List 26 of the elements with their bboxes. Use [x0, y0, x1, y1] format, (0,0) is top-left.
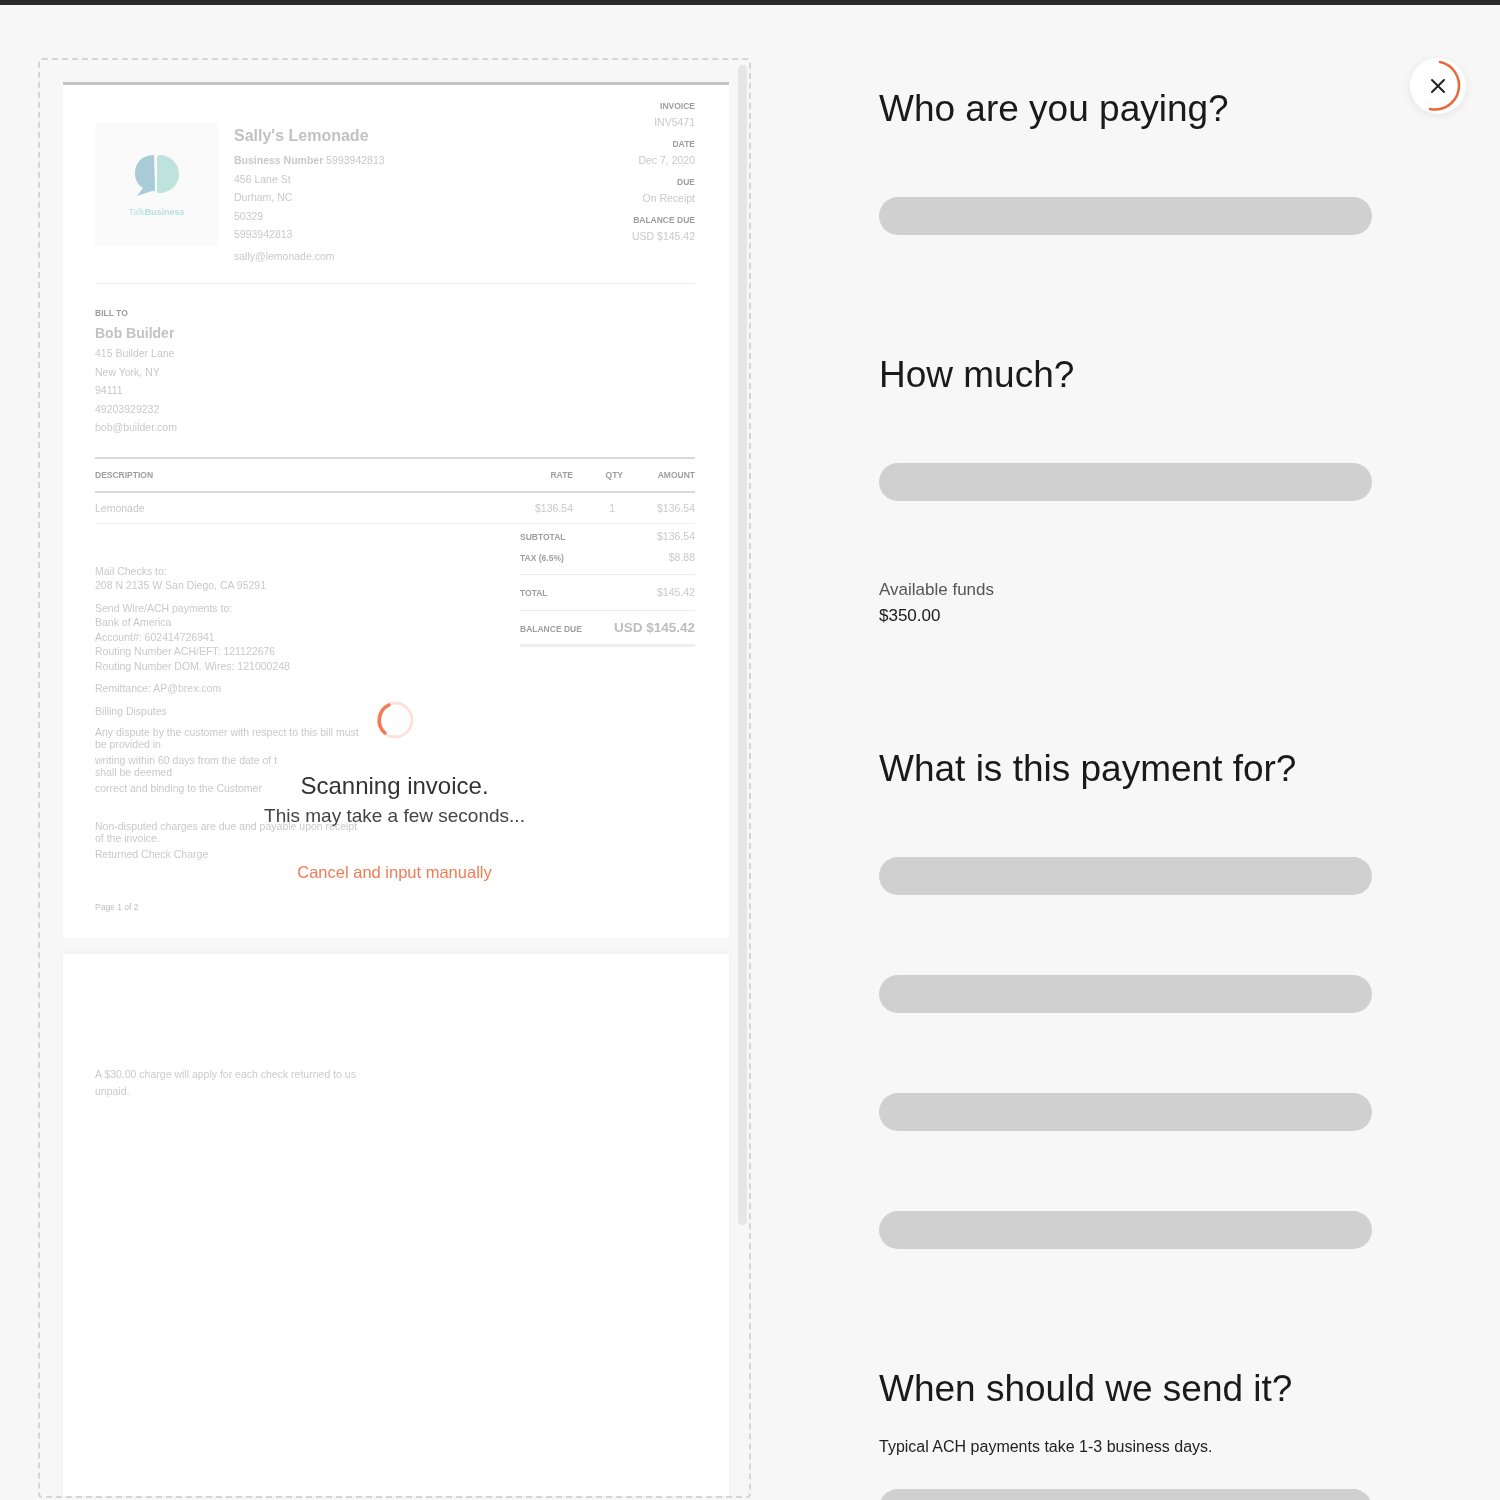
meta-label: INVOICE — [659, 100, 695, 113]
scanning-title: Scanning invoice. — [300, 772, 489, 800]
total-label: TOTAL — [520, 586, 548, 600]
total-label: BALANCE DUE — [520, 622, 582, 636]
meta-label: DATE — [671, 138, 695, 151]
meta-label: BALANCE DUE — [632, 214, 695, 227]
funds-label: Available funds — [879, 579, 995, 601]
section-heading: How much? — [879, 353, 1076, 397]
logo-text: TalkBusiness — [128, 205, 185, 219]
total-label: SUBTOTAL — [520, 530, 566, 544]
section-heading: What is this payment for? — [879, 747, 1298, 791]
customer-name: Bob Builder — [95, 326, 176, 340]
bill-to-label: BILL TO — [95, 307, 129, 320]
total-label: TAX (6.5%) — [520, 551, 564, 565]
meta-label: DUE — [676, 176, 695, 189]
column-header: RATE — [493, 457, 573, 492]
company-name: Sally's Lemonade — [234, 129, 370, 143]
cancel-link[interactable]: Cancel and input manually — [297, 860, 492, 885]
column-header: AMOUNT — [623, 457, 695, 492]
helper-text: Typical ACH payments take 1-3 business days. — [879, 1437, 1214, 1457]
column-header: DESCRIPTION — [95, 457, 493, 492]
column-header: QTY — [573, 457, 623, 492]
funds-value: $350.00 — [879, 605, 942, 627]
section-heading: Who are you paying? — [879, 87, 1230, 131]
total-value: USD $145.42 — [613, 620, 695, 635]
section-heading: When should we send it? — [879, 1367, 1294, 1411]
